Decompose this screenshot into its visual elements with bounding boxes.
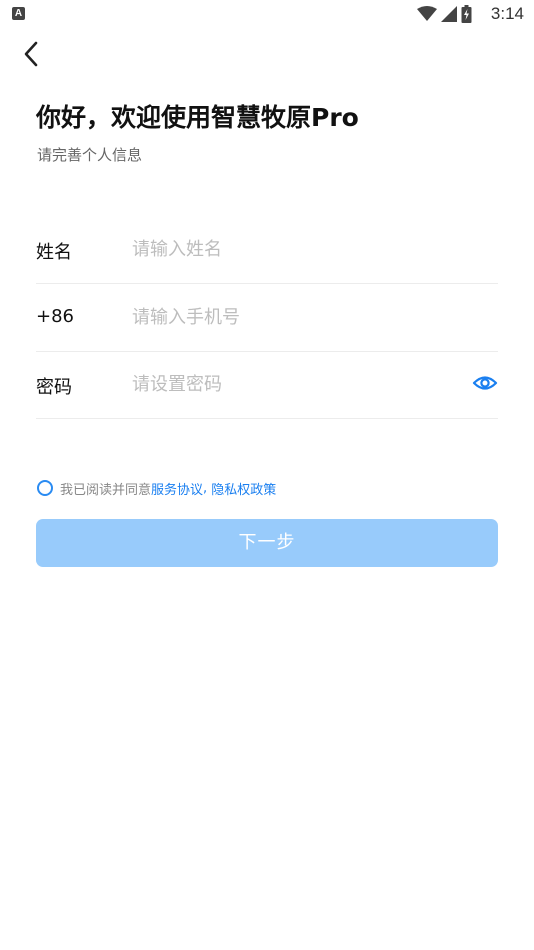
status-bar: A 3:14 xyxy=(0,0,534,28)
agreement-prefix: 我已阅读并同意 xyxy=(60,482,152,498)
cellular-signal-icon xyxy=(441,6,457,22)
back-arrow-icon xyxy=(24,41,38,67)
country-code-label: +86 xyxy=(36,306,74,327)
agreement-separator: , xyxy=(203,480,212,496)
password-input[interactable] xyxy=(132,365,452,403)
phone-row: +86 xyxy=(36,284,498,352)
eye-icon xyxy=(472,376,498,390)
password-label: 密码 xyxy=(36,377,72,398)
next-step-button[interactable]: 下一步 xyxy=(36,519,498,567)
back-button[interactable] xyxy=(18,38,48,70)
name-label: 姓名 xyxy=(36,242,72,263)
agreement-row: 我已阅读并同意 服务协议 , 隐私权政策 xyxy=(37,478,276,498)
toggle-password-visibility-button[interactable] xyxy=(472,370,498,396)
status-time: 3:14 xyxy=(490,4,524,23)
privacy-policy-link[interactable]: 隐私权政策 xyxy=(211,479,276,498)
page-subtitle: 请完善个人信息 xyxy=(37,146,143,164)
battery-icon xyxy=(461,5,472,23)
status-icons xyxy=(417,5,472,23)
page-title: 你好，欢迎使用智慧牧原Pro xyxy=(36,103,359,132)
phone-input[interactable] xyxy=(132,298,452,336)
name-row: 姓名 xyxy=(36,216,498,284)
radio-unchecked-icon[interactable] xyxy=(37,480,53,496)
app-notification-icon: A xyxy=(12,7,25,20)
name-input[interactable] xyxy=(132,230,452,268)
service-agreement-link[interactable]: 服务协议 xyxy=(151,479,203,498)
wifi-icon xyxy=(417,6,437,21)
password-row: 密码 xyxy=(36,351,498,419)
